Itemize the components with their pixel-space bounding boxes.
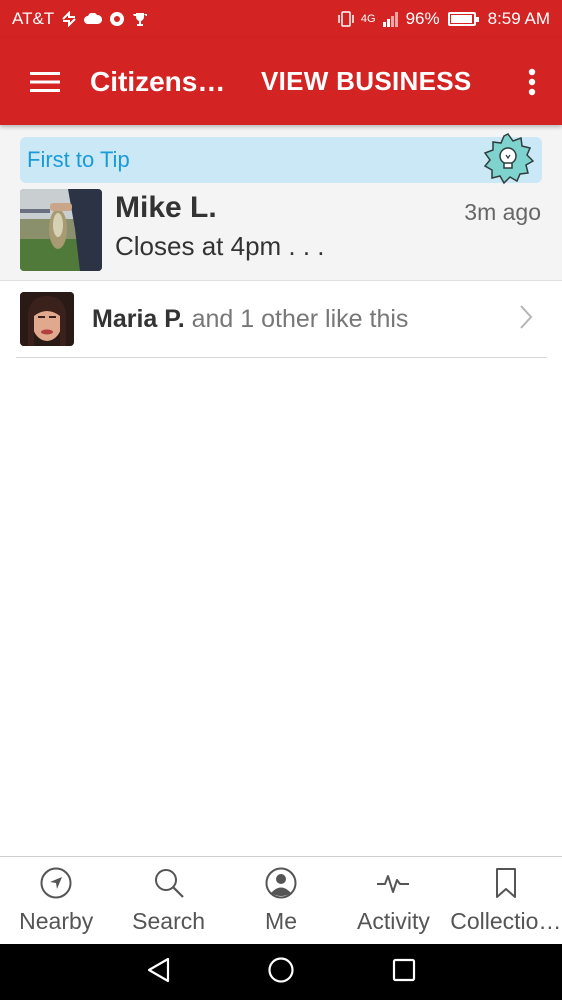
recents-square-icon[interactable]: [391, 957, 417, 988]
home-circle-icon[interactable]: [267, 956, 295, 989]
trophy-icon: [132, 11, 148, 27]
author-avatar[interactable]: [20, 189, 102, 271]
cloud-icon: [84, 13, 103, 25]
bottom-nav: Nearby Search Me Activity Collectio…: [0, 856, 562, 944]
nav-label-activity: Activity: [357, 908, 430, 934]
tip-text: Closes at 4pm . . .: [115, 231, 325, 261]
carrier-label: AT&T: [12, 9, 55, 28]
signal-icon: [382, 11, 400, 27]
back-triangle-icon[interactable]: [145, 956, 171, 989]
first-to-tip-banner: First to Tip: [20, 133, 542, 185]
browser-icon: [109, 11, 125, 27]
nav-item-search[interactable]: Search: [112, 857, 224, 944]
tip-card[interactable]: First to Tip Mike L. 3m ago Closes at 4p…: [0, 125, 562, 281]
search-icon: [152, 866, 186, 900]
battery-icon: [447, 12, 479, 26]
nav-label-nearby: Nearby: [19, 908, 94, 934]
first-to-tip-label: First to Tip: [27, 147, 130, 172]
nav-label-me: Me: [265, 908, 297, 934]
vibrate-icon: [337, 11, 355, 27]
lightbulb-badge-icon: [482, 133, 535, 185]
sync-icon: [61, 11, 77, 27]
status-right: 4G 96% 8:59 AM: [337, 9, 550, 29]
more-vertical-icon[interactable]: [502, 38, 562, 125]
nav-label-collections: Collectio…: [450, 908, 562, 934]
page-title: Citizens…: [90, 65, 226, 97]
nav-item-collections[interactable]: Collectio…: [450, 857, 562, 944]
liker-name: Maria P.: [92, 304, 185, 333]
hamburger-menu-icon[interactable]: [0, 38, 90, 125]
view-business-button[interactable]: VIEW BUSINESS: [261, 66, 472, 97]
bookmark-icon: [489, 866, 523, 900]
tip-timestamp: 3m ago: [464, 199, 541, 225]
nav-label-search: Search: [132, 908, 206, 934]
author-name[interactable]: Mike L.: [115, 191, 217, 225]
likes-text: Maria P. and 1 other like this: [92, 305, 408, 334]
likes-suffix: and 1 other like this: [184, 304, 409, 333]
app-bar: Citizens… VIEW BUSINESS: [0, 38, 562, 125]
likes-row[interactable]: Maria P. and 1 other like this: [16, 281, 547, 358]
nav-item-nearby[interactable]: Nearby: [0, 857, 112, 944]
battery-fill: [450, 15, 472, 23]
status-left: AT&T: [12, 9, 148, 29]
clock: 8:59 AM: [487, 9, 550, 28]
network-label: 4G: [360, 13, 376, 25]
liker-avatar: [20, 292, 74, 346]
profile-icon: [264, 866, 298, 900]
app-root: AT&T 4G 96% 8:59 AM Citizens… VIEW BUSIN…: [0, 0, 562, 1000]
nav-item-activity[interactable]: Activity: [337, 857, 449, 944]
compass-icon: [39, 866, 73, 900]
chevron-right-icon: [519, 304, 533, 335]
battery-percent: 96%: [405, 9, 440, 28]
activity-icon: [376, 866, 410, 900]
system-nav-bar: [0, 944, 562, 1000]
status-bar: AT&T 4G 96% 8:59 AM: [0, 0, 562, 38]
nav-item-me[interactable]: Me: [225, 857, 337, 944]
